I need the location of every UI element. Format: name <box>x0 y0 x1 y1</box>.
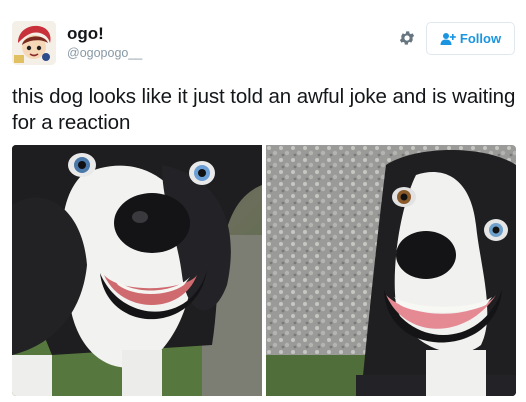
add-user-icon <box>440 32 456 45</box>
dog-photo-icon <box>266 145 516 396</box>
photo-left[interactable] <box>12 145 262 396</box>
author-info: ogo! @ogopogo__ <box>67 24 142 61</box>
tweet-header: ogo! @ogopogo__ Follow <box>12 21 516 67</box>
author-display-name[interactable]: ogo! <box>67 24 142 44</box>
follow-label: Follow <box>459 31 502 46</box>
avatar-icon <box>12 21 56 65</box>
tweet-text: this dog looks like it just told an awfu… <box>12 85 516 134</box>
author-handle[interactable]: @ogopogo__ <box>67 45 142 61</box>
media-grid <box>12 145 516 396</box>
photo-right[interactable] <box>266 145 516 396</box>
settings-button[interactable] <box>396 27 418 49</box>
follow-button[interactable]: Follow <box>426 22 515 55</box>
author-avatar[interactable] <box>12 21 56 65</box>
dog-photo-icon <box>12 145 262 396</box>
gear-icon <box>399 31 415 45</box>
